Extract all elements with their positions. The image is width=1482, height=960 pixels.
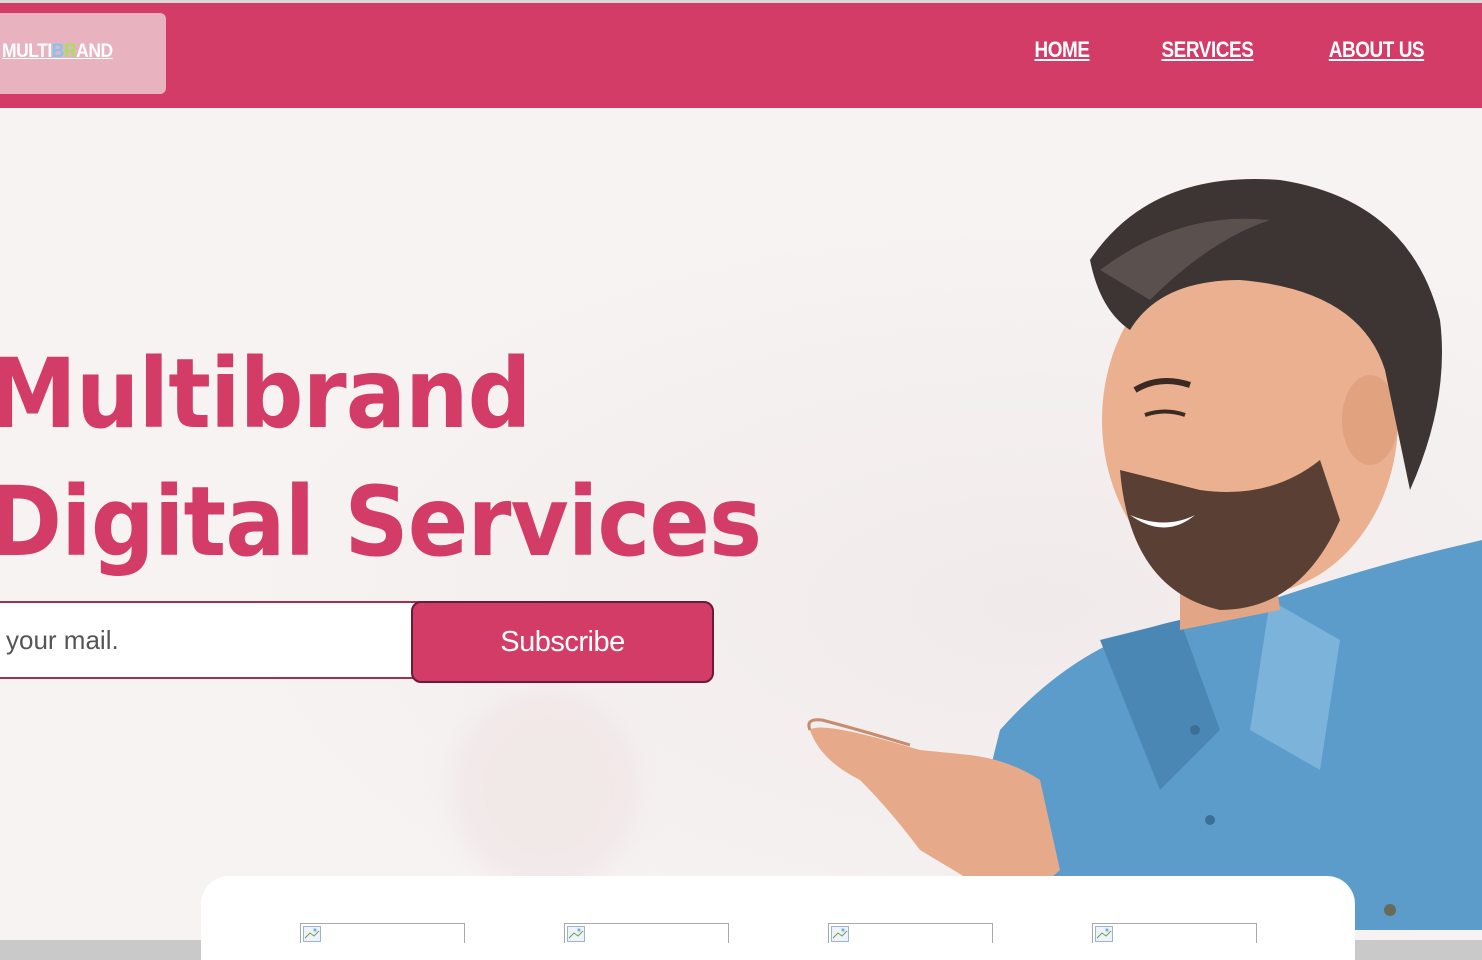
subscribe-form: Subscribe <box>0 601 714 683</box>
email-input[interactable] <box>0 601 430 679</box>
nav-home-link[interactable]: HOME <box>1035 37 1090 63</box>
main-nav: HOME SERVICES ABOUT US <box>1030 37 1432 63</box>
thumbnail-1[interactable] <box>300 923 465 943</box>
thumbnail-row <box>300 923 1257 943</box>
logo-link[interactable]: MULTIBRAND <box>2 41 113 63</box>
logo-part-multi: MULTI <box>2 41 52 62</box>
partners-panel <box>201 876 1355 960</box>
hero-person-image <box>807 179 1482 930</box>
nav-services-link[interactable]: SERVICES <box>1162 37 1254 63</box>
logo-container[interactable]: MULTIBRAND <box>0 13 166 94</box>
thumbnail-2[interactable] <box>564 923 729 943</box>
broken-image-icon <box>831 926 849 942</box>
nav-about-link[interactable]: ABOUT US <box>1329 37 1425 63</box>
logo-part-and: AND <box>76 41 113 62</box>
logo-part-b: B <box>51 41 65 62</box>
hero-title-line-1: Multibrand <box>0 338 532 450</box>
broken-image-icon <box>1095 926 1113 942</box>
thumbnail-4[interactable] <box>1092 923 1257 943</box>
broken-image-icon <box>567 926 585 942</box>
thumbnail-3[interactable] <box>828 923 993 943</box>
page: MULTIBRAND HOME SERVICES ABOUT US Multib… <box>0 0 1482 960</box>
logo-part-r: R <box>63 41 77 62</box>
blurred-hand-shape <box>450 690 640 890</box>
subscribe-button[interactable]: Subscribe <box>411 601 714 683</box>
site-header: MULTIBRAND HOME SERVICES ABOUT US <box>0 3 1482 108</box>
hero-title: Multibrand Digital Services <box>0 330 762 586</box>
broken-image-icon <box>303 926 321 942</box>
hero-title-line-2: Digital Services <box>0 466 762 578</box>
